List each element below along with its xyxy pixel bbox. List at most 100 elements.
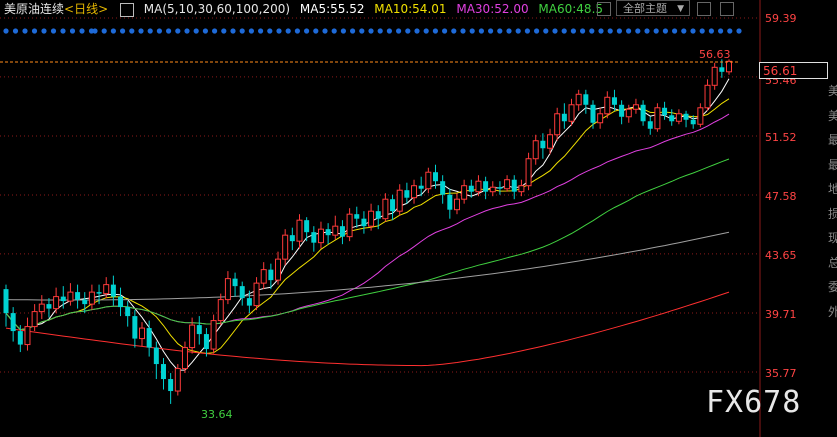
candle-body [625, 108, 632, 118]
indicator-dot [488, 28, 494, 34]
candle-body [103, 284, 110, 295]
candle-body [67, 291, 74, 302]
candle-body [125, 307, 131, 317]
indicator-dot [50, 28, 57, 34]
indicator-dot [515, 28, 521, 34]
candle-body [425, 171, 432, 190]
candle-body [404, 190, 410, 198]
candle-body [418, 185, 424, 189]
indicator-dot [239, 28, 245, 34]
candle-body [669, 115, 675, 122]
candle-body [611, 97, 617, 105]
candle-body [232, 278, 238, 287]
ma200-line [5, 291, 730, 367]
indicator-dot [626, 28, 632, 34]
indicator-dot [396, 28, 402, 34]
candle-body [332, 225, 339, 236]
candle-body [189, 324, 196, 349]
indicator-dot [432, 28, 438, 34]
indicator-dot [3, 28, 9, 34]
indicator-dot [644, 28, 650, 34]
candle-body [440, 181, 446, 195]
candle-body [497, 187, 503, 189]
candle-body [447, 194, 453, 210]
candle-body [3, 289, 9, 314]
window-icon[interactable] [720, 2, 734, 16]
candle-body [640, 104, 646, 122]
side-panel-char: 现 [828, 231, 837, 245]
candle-body [525, 158, 532, 187]
candle-body [690, 119, 696, 125]
low-label: 33.64 [201, 408, 233, 421]
candles [3, 59, 732, 404]
indicator-dot [12, 28, 19, 34]
candle-body [146, 328, 152, 348]
candle-body [590, 104, 596, 123]
candle-body [296, 219, 303, 242]
indicator-dot [607, 28, 613, 34]
candle-body [726, 60, 732, 73]
indicator-dot [22, 28, 28, 34]
indicator-dot [230, 28, 236, 34]
candle-body [268, 269, 274, 281]
period-selector[interactable]: <日线> [64, 0, 108, 18]
candle-body [317, 228, 324, 244]
indicator-dot [248, 28, 254, 34]
side-panel-char: 总 [828, 255, 837, 270]
candlestick-chart[interactable]: 56.63 33.64 [0, 0, 837, 437]
theme-dropdown[interactable]: 全部主题 ▼ [616, 0, 690, 16]
candle-body [38, 303, 45, 313]
high-label: 56.63 [699, 48, 731, 61]
indicator-dot [524, 28, 531, 34]
candle-body [139, 327, 146, 340]
candle-body [88, 291, 95, 305]
candle-body [547, 134, 554, 149]
indicator-dot [101, 28, 107, 34]
indicator-dot [690, 28, 696, 34]
indicator-settings-icon[interactable] [119, 2, 134, 17]
indicator-dot [129, 28, 135, 34]
candle-body [10, 313, 16, 332]
indicator-dot [653, 28, 659, 34]
indicator-dot [414, 28, 420, 34]
candle-body [325, 229, 331, 236]
indicator-dot [552, 28, 558, 34]
candle-body [75, 292, 81, 300]
candle-body [489, 186, 496, 193]
indicator-dot [175, 28, 181, 34]
candle-body [224, 278, 231, 301]
candle-body [597, 113, 604, 124]
candle-body [253, 282, 260, 307]
candle-body [210, 320, 217, 350]
candle-body [483, 181, 489, 192]
indicator-dot [31, 28, 38, 34]
candle-body [239, 286, 245, 299]
candle-body [453, 198, 460, 211]
candle-body [203, 334, 209, 350]
candle-body [461, 185, 468, 200]
y-tick-label: 47.58 [765, 190, 797, 203]
candle-body [568, 104, 575, 122]
candle-body [346, 213, 353, 238]
side-panel-char: 美 [828, 84, 837, 98]
ma-params: MA(5,10,30,60,100,200) [143, 2, 291, 16]
indicator-dot [322, 28, 328, 34]
settings-icon[interactable] [697, 2, 711, 16]
candle-body [561, 113, 567, 122]
candle-body [411, 185, 418, 199]
indicator-dot [258, 28, 264, 34]
y-tick-label: 51.52 [765, 131, 797, 144]
ma5-value: MA5:55.52 [299, 2, 365, 16]
layout-icon[interactable] [597, 2, 611, 16]
indicator-dot [681, 28, 687, 34]
indicator-dot [570, 28, 577, 34]
indicator-dot [727, 28, 733, 34]
candle-body [339, 226, 345, 237]
indicator-dot [442, 28, 448, 34]
candle-body [260, 269, 267, 284]
indicator-dot [202, 28, 208, 34]
chevron-down-icon: ▼ [677, 4, 684, 14]
candle-body [17, 331, 23, 345]
indicator-dot [212, 28, 218, 34]
indicator-dot [156, 28, 162, 34]
